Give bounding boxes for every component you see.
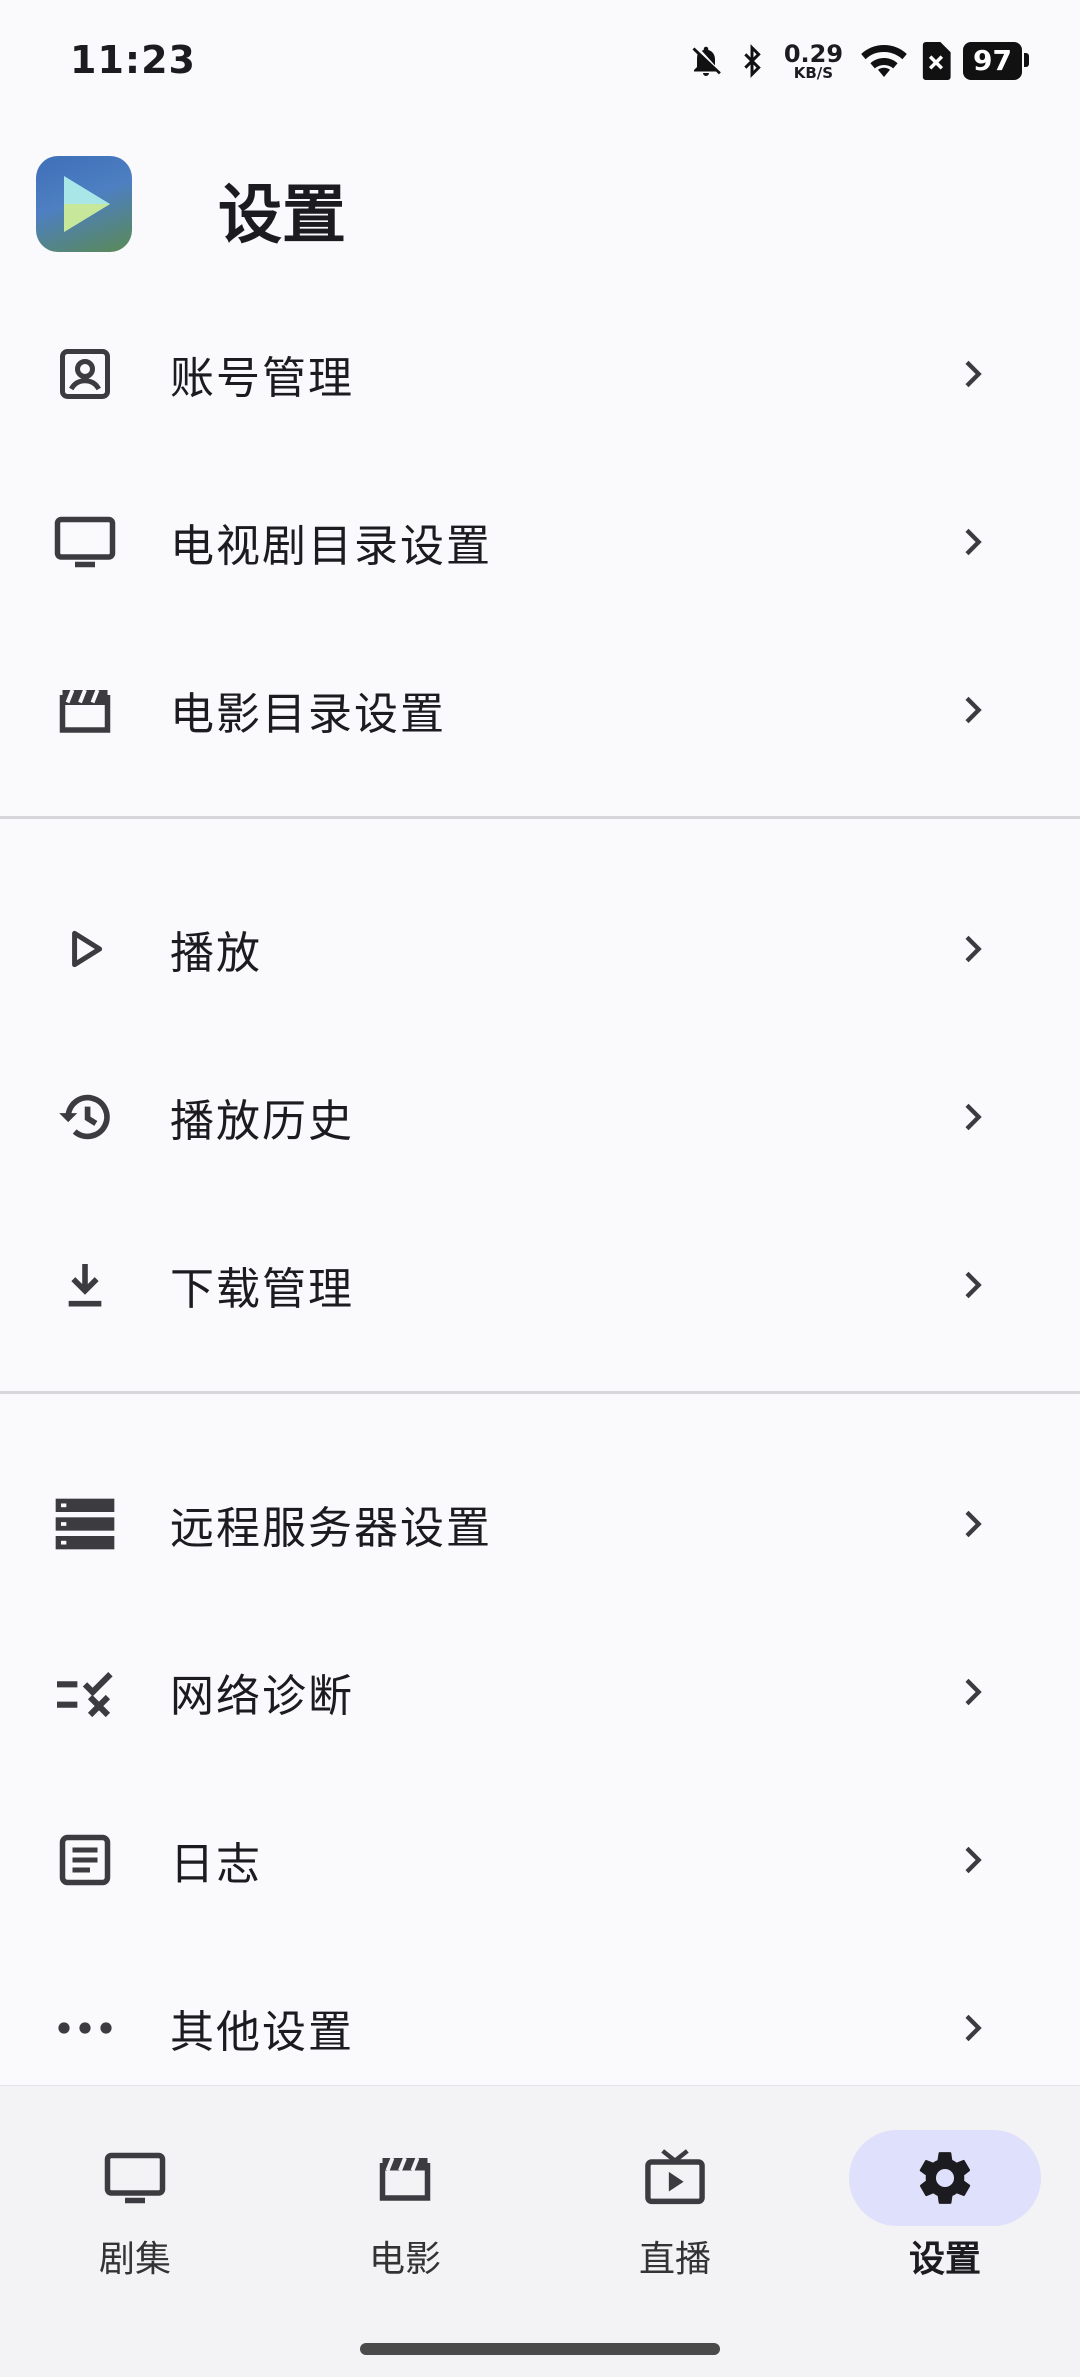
chevron-right-icon bbox=[965, 360, 982, 388]
status-bar: 11:23 0.29 KB/S 97 bbox=[0, 0, 1080, 120]
gear-icon bbox=[849, 2130, 1041, 2226]
settings-item-label: 播放 bbox=[170, 928, 262, 979]
settings-item-label: 下载管理 bbox=[170, 1264, 354, 1315]
movie-clapper-icon bbox=[50, 675, 120, 745]
app-bar: 设置 bbox=[0, 140, 1080, 270]
tv-icon bbox=[75, 2146, 195, 2210]
bottom-navigation: 剧集 电影 直播 设置 bbox=[0, 2085, 1080, 2377]
settings-item-account[interactable]: 账号管理 bbox=[0, 290, 1080, 458]
chevron-right-icon bbox=[965, 528, 982, 556]
settings-item-label: 日志 bbox=[170, 1839, 262, 1890]
nav-label: 电影 bbox=[368, 2239, 441, 2280]
play-icon bbox=[50, 914, 120, 984]
settings-item-tv-directory[interactable]: 电视剧目录设置 bbox=[0, 458, 1080, 626]
page-title: 设置 bbox=[218, 179, 346, 253]
chevron-right-icon bbox=[965, 1846, 982, 1874]
settings-item-label: 网络诊断 bbox=[170, 1671, 354, 1722]
settings-item-label: 账号管理 bbox=[170, 353, 354, 404]
settings-list: 账号管理 电视剧目录设置 电影目录设置 播放 播放历史 下载管理 远程服务器设置… bbox=[0, 290, 1080, 2112]
settings-item-playback[interactable]: 播放 bbox=[0, 865, 1080, 1033]
chevron-right-icon bbox=[965, 1678, 982, 1706]
battery-icon: 97 bbox=[963, 42, 1029, 80]
bell-off-icon bbox=[692, 46, 721, 76]
movie-clapper-icon bbox=[345, 2146, 465, 2210]
account-box-icon bbox=[50, 339, 120, 409]
settings-item-label: 远程服务器设置 bbox=[170, 1503, 492, 1554]
settings-item-label: 播放历史 bbox=[170, 1096, 354, 1147]
settings-item-movie-directory[interactable]: 电影目录设置 bbox=[0, 626, 1080, 794]
net-speed: 0.29 KB/S bbox=[784, 42, 843, 81]
download-icon bbox=[50, 1250, 120, 1320]
divider bbox=[0, 1391, 1080, 1394]
nav-item-live[interactable]: 直播 bbox=[540, 2086, 810, 2286]
chevron-right-icon bbox=[965, 935, 982, 963]
wifi-icon bbox=[861, 45, 907, 77]
divider bbox=[0, 816, 1080, 819]
server-icon bbox=[50, 1489, 120, 1559]
net-speed-value: 0.29 bbox=[783, 39, 844, 68]
nav-label: 直播 bbox=[638, 2239, 711, 2280]
tv-icon bbox=[50, 507, 120, 577]
chevron-right-icon bbox=[965, 1103, 982, 1131]
status-icons: 0.29 KB/S 97 bbox=[688, 36, 1029, 86]
chevron-right-icon bbox=[965, 1271, 982, 1299]
settings-item-logs[interactable]: 日志 bbox=[0, 1776, 1080, 1944]
play-logo-icon bbox=[36, 156, 132, 252]
history-icon bbox=[50, 1082, 120, 1152]
nav-label: 设置 bbox=[908, 2239, 981, 2280]
settings-item-label: 电视剧目录设置 bbox=[170, 521, 492, 572]
chevron-right-icon bbox=[965, 2014, 982, 2042]
chevron-right-icon bbox=[965, 1510, 982, 1538]
bluetooth-icon bbox=[744, 44, 761, 78]
nav-label: 剧集 bbox=[98, 2239, 171, 2280]
nav-item-settings[interactable]: 设置 bbox=[810, 2086, 1080, 2286]
rule-icon bbox=[50, 1657, 120, 1727]
home-indicator[interactable] bbox=[360, 2343, 720, 2355]
more-horiz-icon bbox=[50, 1993, 120, 2063]
article-icon bbox=[50, 1825, 120, 1895]
settings-item-label: 电影目录设置 bbox=[170, 689, 446, 740]
live-tv-icon bbox=[615, 2146, 735, 2210]
net-speed-unit: KB/S bbox=[793, 63, 834, 82]
settings-item-history[interactable]: 播放历史 bbox=[0, 1033, 1080, 1201]
settings-item-label: 其他设置 bbox=[170, 2007, 354, 2058]
settings-item-downloads[interactable]: 下载管理 bbox=[0, 1201, 1080, 1369]
status-time: 11:23 bbox=[70, 38, 196, 82]
nav-item-movies[interactable]: 电影 bbox=[270, 2086, 540, 2286]
settings-item-remote-server[interactable]: 远程服务器设置 bbox=[0, 1440, 1080, 1608]
sim-error-icon bbox=[922, 42, 951, 80]
nav-item-series[interactable]: 剧集 bbox=[0, 2086, 270, 2286]
chevron-right-icon bbox=[965, 696, 982, 724]
settings-item-network-diagnosis[interactable]: 网络诊断 bbox=[0, 1608, 1080, 1776]
